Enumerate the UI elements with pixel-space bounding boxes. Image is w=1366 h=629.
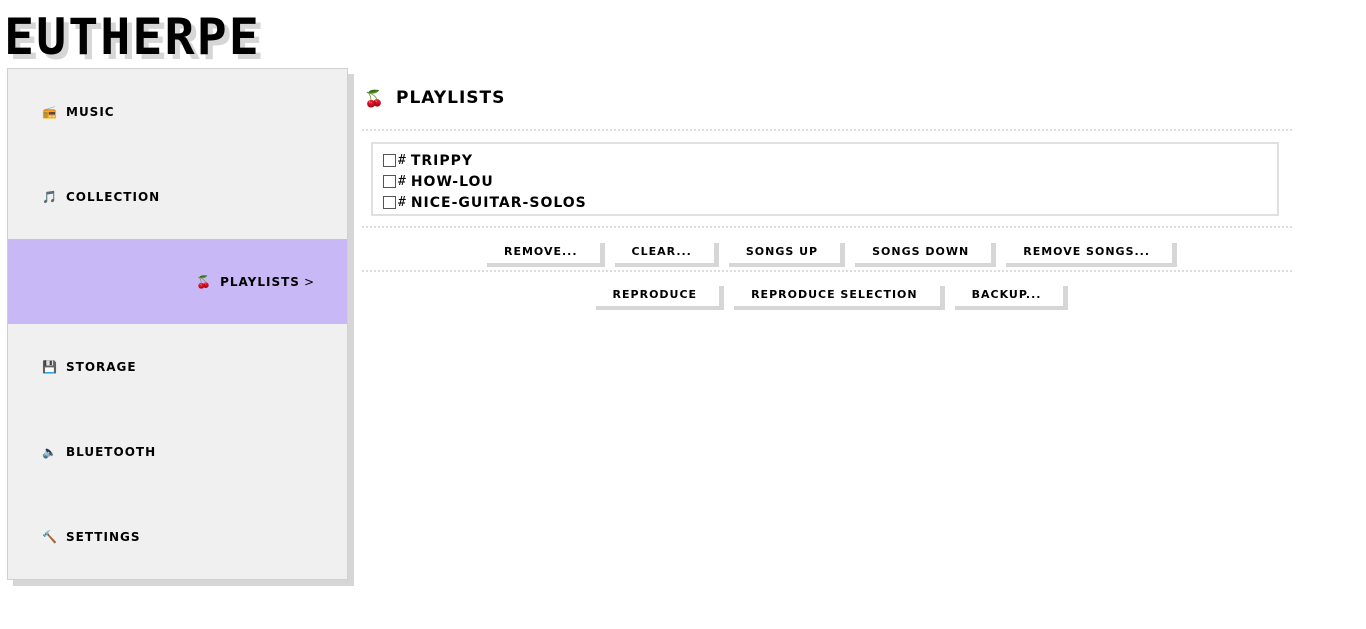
sidebar-item-label: COLLECTION bbox=[66, 189, 161, 204]
cherries-icon: 🍒 bbox=[364, 88, 385, 108]
backup-button[interactable]: BACKUP... bbox=[949, 282, 1064, 306]
divider bbox=[362, 270, 1292, 272]
divider bbox=[362, 226, 1292, 228]
active-arrow: > bbox=[303, 274, 315, 289]
sidebar-item-label: BLUETOOTH bbox=[66, 444, 157, 459]
playlist-name: NICE-GUITAR-SOLOS bbox=[410, 194, 587, 211]
reproduce-button[interactable]: REPRODUCE bbox=[590, 282, 720, 306]
hash-icon: # bbox=[398, 195, 407, 210]
sidebar-item-storage[interactable]: 💾 STORAGE bbox=[8, 324, 347, 409]
sidebar-nav: 📻 MUSIC 🎵 COLLECTION 🍒 PLAYLISTS > 💾 STO… bbox=[7, 68, 348, 580]
sidebar-item-label: STORAGE bbox=[66, 359, 137, 374]
songs-up-button[interactable]: SONGS UP bbox=[723, 239, 841, 263]
playlist-name: TRIPPY bbox=[410, 152, 474, 169]
reproduce-selection-button[interactable]: REPRODUCE SELECTION bbox=[729, 282, 940, 306]
playlist-checkbox[interactable] bbox=[383, 154, 396, 167]
hash-icon: # bbox=[398, 174, 407, 189]
notes-icon: 🎵 bbox=[42, 189, 58, 204]
songs-down-button[interactable]: SONGS DOWN bbox=[850, 239, 992, 263]
cherries-icon: 🍒 bbox=[196, 274, 213, 289]
playlist-list: # TRIPPY # HOW-LOU # NICE-GUITAR-SOLOS bbox=[371, 142, 1279, 216]
speaker-icon: 🔈 bbox=[42, 444, 58, 459]
list-item: # HOW-LOU bbox=[383, 171, 1267, 192]
hammer-icon: 🔨 bbox=[42, 529, 58, 544]
sidebar-item-label: PLAYLISTS bbox=[220, 274, 300, 289]
sidebar-item-label: SETTINGS bbox=[66, 529, 141, 544]
sidebar-item-bluetooth[interactable]: 🔈 BLUETOOTH bbox=[8, 409, 347, 494]
page-title-text: PLAYLISTS bbox=[396, 88, 506, 108]
clear-button[interactable]: CLEAR... bbox=[609, 239, 714, 263]
sidebar-item-playlists[interactable]: 🍒 PLAYLISTS > bbox=[8, 239, 347, 324]
sidebar-item-label: MUSIC bbox=[66, 104, 115, 119]
sidebar-item-collection[interactable]: 🎵 COLLECTION bbox=[8, 154, 347, 239]
sidebar-item-settings[interactable]: 🔨 SETTINGS bbox=[8, 494, 347, 579]
floppy-icon: 💾 bbox=[42, 359, 58, 374]
playlist-checkbox[interactable] bbox=[383, 196, 396, 209]
hash-icon: # bbox=[398, 153, 407, 168]
sidebar-item-music[interactable]: 📻 MUSIC bbox=[8, 69, 347, 154]
list-item: # NICE-GUITAR-SOLOS bbox=[383, 192, 1267, 213]
page-title: 🍒 PLAYLISTS bbox=[364, 88, 505, 108]
list-item: # TRIPPY bbox=[383, 150, 1267, 171]
remove-button[interactable]: REMOVE... bbox=[481, 239, 600, 263]
playlist-actions-row: REMOVE... CLEAR... SONGS UP SONGS DOWN R… bbox=[362, 239, 1292, 263]
playback-actions-row: REPRODUCE REPRODUCE SELECTION BACKUP... bbox=[362, 282, 1292, 306]
radio-icon: 📻 bbox=[42, 104, 58, 119]
app-logo: EUTHERPE bbox=[4, 8, 261, 66]
remove-songs-button[interactable]: REMOVE SONGS... bbox=[1001, 239, 1173, 263]
divider bbox=[362, 129, 1292, 131]
playlist-checkbox[interactable] bbox=[383, 175, 396, 188]
playlist-name: HOW-LOU bbox=[410, 173, 494, 190]
